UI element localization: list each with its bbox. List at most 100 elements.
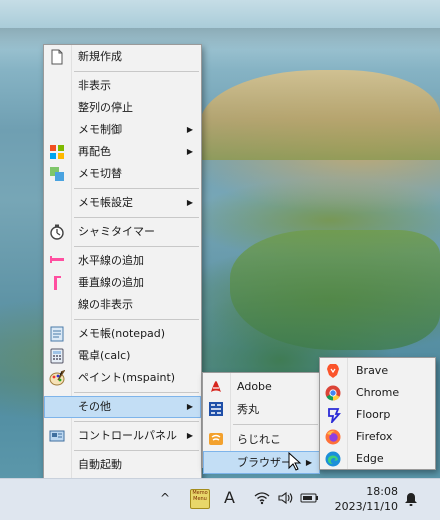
notepad-icon: [49, 326, 65, 342]
submenu-arrow-icon: ▶: [186, 402, 193, 411]
menu-item-hidemaru[interactable]: 秀丸: [203, 398, 320, 421]
memo-tray-app-icon[interactable]: Memo Menu: [190, 489, 210, 509]
separator: [74, 217, 199, 218]
menu-item-autostart[interactable]: 自動起動: [44, 454, 201, 476]
menu-item-hide-lines[interactable]: 線の非表示: [44, 294, 201, 316]
firefox-icon: [325, 429, 341, 445]
menu-item-label: 非表示: [78, 79, 111, 92]
ime-indicator[interactable]: A: [224, 488, 235, 507]
battery-icon[interactable]: [300, 492, 320, 504]
separator: [74, 71, 199, 72]
separator: [233, 424, 318, 425]
mouse-cursor-icon: [288, 452, 302, 471]
show-hidden-icons-chevron-icon[interactable]: ^: [160, 491, 174, 507]
menu-item-add-horizontal-line[interactable]: 水平線の追加: [44, 250, 201, 272]
menu-item-notepad[interactable]: メモ帳(notepad): [44, 323, 201, 345]
menu-item-label: 水平線の追加: [78, 254, 144, 267]
calculator-icon: [49, 348, 65, 364]
menu-item-label: メモ制御: [78, 123, 122, 136]
menu-item-other[interactable]: その他 ▶: [44, 396, 201, 418]
menu-item-label: メモ帳(notepad): [78, 327, 166, 340]
clock-date: 2023/11/10: [334, 500, 398, 513]
menu-item-firefox[interactable]: Firefox: [320, 426, 435, 448]
tray-app-label: Memo Menu: [192, 490, 208, 502]
menu-item-label: ブラウザー: [237, 456, 292, 469]
menu-item-recolor[interactable]: 再配色 ▶: [44, 141, 201, 163]
wifi-icon[interactable]: [254, 491, 270, 505]
menu-item-floorp[interactable]: Floorp: [320, 404, 435, 426]
separator: [74, 188, 199, 189]
separator: [74, 246, 199, 247]
chrome-icon: [325, 385, 341, 401]
paint-icon: [49, 369, 66, 386]
color-grid-icon: [49, 144, 65, 160]
menu-item-label: Chrome: [356, 386, 400, 399]
menu-item-label: コントロールパネル: [78, 429, 177, 442]
menu-item-adobe[interactable]: Adobe: [203, 375, 320, 398]
adobe-icon: [208, 378, 224, 394]
menu-item-label: Adobe: [237, 380, 272, 393]
rajireko-icon: [208, 431, 224, 447]
menu-item-label: その他: [78, 400, 111, 413]
other-submenu: Adobe 秀丸 らじれこ ブラウザー ▶: [202, 372, 321, 474]
menu-item-timer[interactable]: シャミタイマー: [44, 221, 201, 243]
menu-item-label: 新規作成: [78, 50, 122, 63]
clock-time: 18:08: [366, 485, 398, 498]
grass-island: [200, 70, 440, 160]
menu-item-label: 再配色: [78, 145, 111, 158]
menu-item-brave[interactable]: Brave: [320, 360, 435, 382]
menu-item-browser[interactable]: ブラウザー ▶: [203, 451, 320, 474]
browser-submenu: Brave Chrome Floorp Firefox Edge: [319, 357, 436, 470]
switch-note-icon: [49, 166, 65, 182]
submenu-arrow-icon: ▶: [186, 125, 193, 134]
menu-item-label: Brave: [356, 364, 389, 377]
edge-icon: [325, 451, 341, 467]
menu-item-label: 垂直線の追加: [78, 276, 144, 289]
menu-item-switch-memo[interactable]: メモ切替: [44, 163, 201, 185]
menu-item-label: 秀丸: [237, 403, 259, 416]
separator: [74, 421, 199, 422]
menu-item-label: メモ帳設定: [78, 196, 133, 209]
menu-item-label: Edge: [356, 452, 384, 465]
context-menu: 新規作成 非表示 整列の停止 メモ制御 ▶ 再配色 ▶ メモ切替 メモ帳設定 ▶…: [43, 44, 202, 495]
menu-item-calc[interactable]: 電卓(calc): [44, 345, 201, 367]
green-marsh: [230, 230, 440, 350]
brave-icon: [325, 363, 341, 379]
vertical-line-icon: [49, 275, 65, 291]
menu-item-rajireko[interactable]: らじれこ: [203, 428, 320, 451]
submenu-arrow-icon: ▶: [186, 431, 193, 440]
hidemaru-icon: [208, 401, 224, 417]
separator: [74, 450, 199, 451]
timer-icon: [49, 224, 65, 240]
system-clock[interactable]: 18:08 2023/11/10: [334, 484, 398, 514]
menu-item-memo-control[interactable]: メモ制御 ▶: [44, 119, 201, 141]
menu-item-label: ペイント(mspaint): [78, 371, 176, 384]
menu-item-label: 整列の停止: [78, 101, 133, 114]
taskbar: ^ Memo Menu A 18:08 2023/11/10: [0, 478, 440, 520]
horizontal-line-icon: [49, 253, 65, 269]
control-panel-icon: [49, 428, 65, 444]
menu-item-label: 自動起動: [78, 458, 122, 471]
menu-item-label: らじれこ: [237, 433, 281, 446]
volume-icon[interactable]: [277, 491, 293, 505]
menu-item-label: Firefox: [356, 430, 393, 443]
menu-item-notepad-settings[interactable]: メモ帳設定 ▶: [44, 192, 201, 214]
menu-item-hide[interactable]: 非表示: [44, 75, 201, 97]
separator: [74, 319, 199, 320]
floorp-icon: [325, 407, 341, 425]
menu-item-edge[interactable]: Edge: [320, 448, 435, 470]
menu-item-label: Floorp: [356, 408, 391, 421]
menu-item-add-vertical-line[interactable]: 垂直線の追加: [44, 272, 201, 294]
menu-item-stop-align[interactable]: 整列の停止: [44, 97, 201, 119]
new-document-icon: [49, 49, 65, 65]
submenu-arrow-icon: ▶: [186, 198, 193, 207]
menu-item-label: シャミタイマー: [78, 225, 155, 238]
separator: [74, 392, 199, 393]
menu-item-control-panel[interactable]: コントロールパネル ▶: [44, 425, 201, 447]
menu-item-new[interactable]: 新規作成: [44, 46, 201, 68]
menu-item-paint[interactable]: ペイント(mspaint): [44, 367, 201, 389]
menu-item-chrome[interactable]: Chrome: [320, 382, 435, 404]
menu-item-label: メモ切替: [78, 167, 122, 180]
submenu-arrow-icon: ▶: [305, 458, 312, 467]
notification-bell-icon[interactable]: [404, 491, 418, 507]
